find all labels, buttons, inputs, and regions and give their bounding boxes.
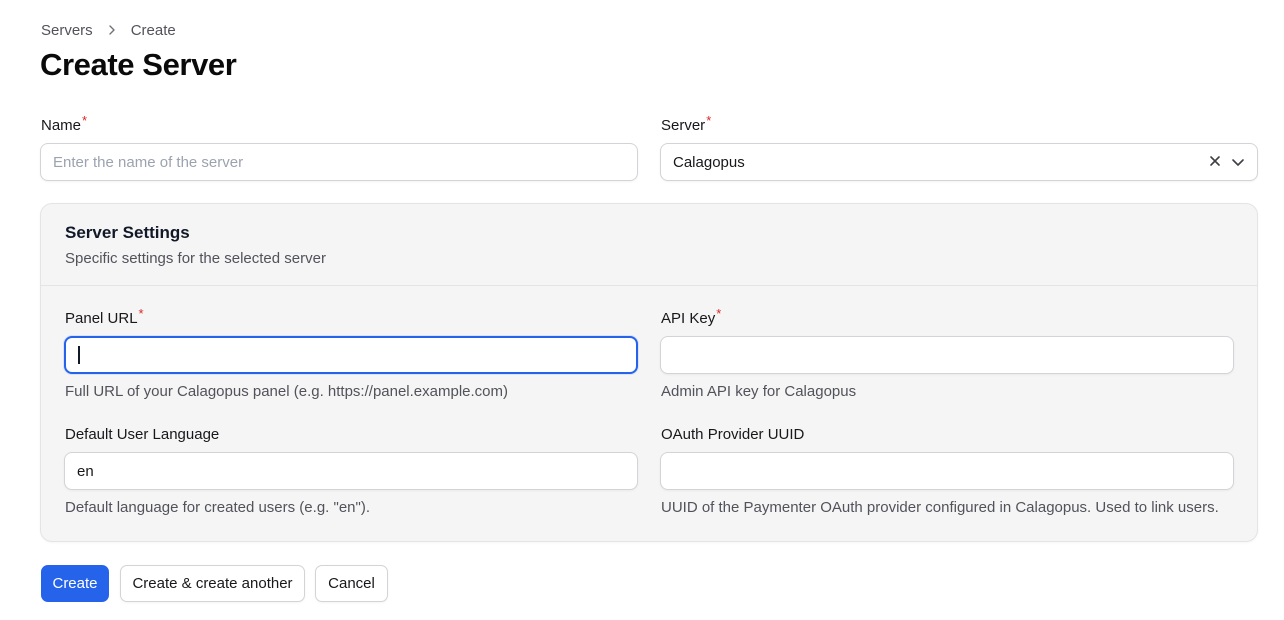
chevron-right-icon xyxy=(107,24,117,36)
default-language-value: en xyxy=(77,462,94,480)
server-select[interactable]: Calagopus xyxy=(660,143,1258,181)
panel-url-label: Panel URL * xyxy=(65,306,144,327)
name-input[interactable]: Enter the name of the server xyxy=(40,143,638,181)
default-language-label: Default User Language xyxy=(65,426,219,443)
section-description: Specific settings for the selected serve… xyxy=(65,250,326,267)
oauth-uuid-label-text: OAuth Provider UUID xyxy=(661,426,805,443)
required-mark: * xyxy=(82,113,88,128)
page-title: Create Server xyxy=(40,47,237,82)
create-server-page: Servers Create Create Server Name * Ente… xyxy=(0,0,1284,620)
breadcrumb-servers[interactable]: Servers xyxy=(41,22,93,39)
oauth-uuid-help: UUID of the Paymenter OAuth provider con… xyxy=(661,499,1219,516)
default-language-label-text: Default User Language xyxy=(65,426,220,443)
section-title: Server Settings xyxy=(65,223,190,242)
section-header: Server Settings Specific settings for th… xyxy=(41,204,1257,286)
panel-url-label-text: Panel URL xyxy=(65,310,138,327)
server-settings-section: Server Settings Specific settings for th… xyxy=(40,203,1258,542)
create-button[interactable]: Create xyxy=(41,565,109,602)
required-mark: * xyxy=(706,113,712,128)
api-key-help: Admin API key for Calagopus xyxy=(661,383,857,400)
server-select-value: Calagopus xyxy=(673,153,745,171)
default-language-help: Default language for created users (e.g.… xyxy=(65,499,370,516)
name-label: Name * xyxy=(41,113,87,134)
breadcrumb-create[interactable]: Create xyxy=(131,22,176,39)
default-language-input[interactable]: en xyxy=(64,452,638,490)
api-key-input[interactable] xyxy=(660,336,1234,374)
oauth-uuid-input[interactable] xyxy=(660,452,1234,490)
server-label: Server * xyxy=(661,113,711,134)
panel-url-input[interactable] xyxy=(64,336,638,374)
api-key-label: API Key * xyxy=(661,306,721,327)
cancel-button[interactable]: Cancel xyxy=(315,565,388,602)
breadcrumb: Servers Create xyxy=(41,21,176,39)
name-placeholder: Enter the name of the server xyxy=(53,153,244,171)
oauth-uuid-label: OAuth Provider UUID xyxy=(661,426,804,443)
required-mark: * xyxy=(138,306,144,321)
chevron-down-icon[interactable] xyxy=(1231,154,1245,171)
text-caret xyxy=(78,346,80,364)
name-label-text: Name xyxy=(41,117,82,134)
create-and-create-another-button[interactable]: Create & create another xyxy=(120,565,305,602)
api-key-label-text: API Key xyxy=(661,310,716,327)
server-label-text: Server xyxy=(661,117,706,134)
clear-icon[interactable] xyxy=(1209,154,1221,171)
required-mark: * xyxy=(716,306,722,321)
panel-url-help: Full URL of your Calagopus panel (e.g. h… xyxy=(65,383,509,400)
